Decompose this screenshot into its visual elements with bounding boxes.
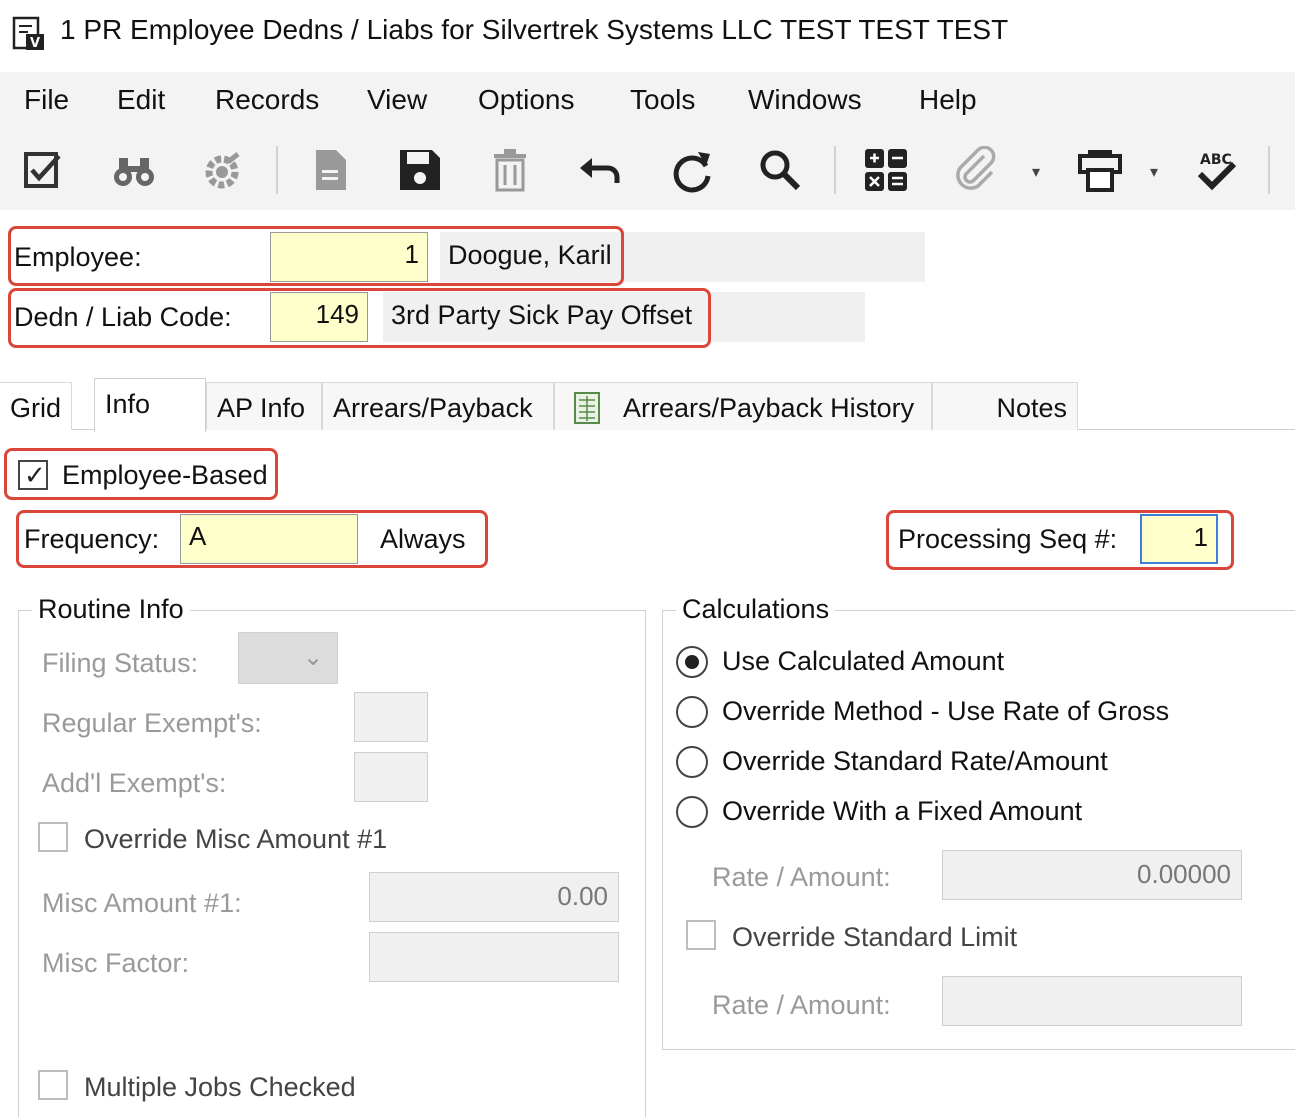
toolbar-separator [276,146,278,194]
new-document-icon[interactable] [302,142,358,198]
regular-exempts-label: Regular Exempt's: [42,708,262,738]
toolbar-separator [1268,146,1270,194]
filing-status-select[interactable]: ⌄ [238,632,338,684]
spellcheck-icon[interactable]: ABC [1188,142,1244,198]
addl-exempts-label: Add'l Exempt's: [42,768,227,798]
regular-exempts-input[interactable] [354,692,428,742]
spreadsheet-icon [573,391,603,432]
routine-info-group [18,610,646,1117]
override-fixed-amount-radio[interactable] [676,796,708,828]
chevron-down-icon: ⌄ [303,644,324,671]
misc-amount-label: Misc Amount #1: [42,888,242,918]
calculator-icon[interactable] [858,142,914,198]
use-calculated-amount-radio[interactable] [676,646,708,678]
menu-edit[interactable]: Edit [117,84,165,116]
tab-arrears-payback[interactable]: Arrears/Payback [322,382,554,430]
misc-factor-label: Misc Factor: [42,948,190,978]
rate-amount-label: Rate / Amount: [712,862,891,892]
svg-text:V: V [30,36,40,51]
override-standard-limit-label: Override Standard Limit [732,922,1018,952]
binoculars-icon[interactable] [106,142,162,198]
save-icon[interactable] [392,142,448,198]
delete-icon[interactable] [482,142,538,198]
menu-help[interactable]: Help [919,84,977,116]
menu-tools[interactable]: Tools [630,84,695,116]
use-calculated-amount-label: Use Calculated Amount [722,646,1005,676]
undo-icon[interactable] [572,142,628,198]
app-document-icon: V [12,16,46,52]
override-standard-limit-checkbox[interactable] [686,920,716,950]
toolbar-separator [834,146,836,194]
spellcheck-text: ABC [1200,152,1232,168]
menu-windows[interactable]: Windows [748,84,862,116]
override-method-radio[interactable] [676,696,708,728]
tab-arrears-payback-history[interactable]: Arrears/Payback History [554,382,932,430]
multiple-jobs-checkbox[interactable] [38,1070,68,1100]
tab-ap-info[interactable]: AP Info [206,382,322,430]
calculations-title: Calculations [676,594,836,625]
edit-check-icon[interactable] [16,142,72,198]
tab-arrears-payback-history-label: Arrears/Payback History [623,393,915,423]
attachment-dropdown-icon[interactable]: ▾ [1032,162,1040,182]
menu-view[interactable]: View [367,84,427,116]
search-icon[interactable] [752,142,808,198]
override-method-label: Override Method - Use Rate of Gross [722,696,1170,726]
tab-strip: Grid Info AP Info Arrears/Payback Arrear… [0,378,1295,432]
tab-info[interactable]: Info [94,378,206,432]
addl-exempts-input[interactable] [354,752,428,802]
frequency-highlight [16,510,488,568]
toolbar: ▾ ▾ ABC [0,128,1295,210]
window-title: 1 PR Employee Dedns / Liabs for Silvertr… [60,14,1009,45]
attachment-icon[interactable] [948,142,1004,198]
filing-status-label: Filing Status: [42,648,199,678]
multiple-jobs-label: Multiple Jobs Checked [84,1072,356,1102]
override-standard-rate-radio[interactable] [676,746,708,778]
override-fixed-amount-label: Override With a Fixed Amount [722,796,1083,826]
menu-options[interactable]: Options [478,84,575,116]
print-dropdown-icon[interactable]: ▾ [1150,162,1158,182]
processing-seq-highlight [886,510,1234,570]
rate-amount-2-input[interactable] [942,976,1242,1026]
override-standard-rate-label: Override Standard Rate/Amount [722,746,1108,776]
print-icon[interactable] [1072,142,1128,198]
tab-notes[interactable]: Notes [932,382,1078,430]
rate-amount-input[interactable]: 0.00000 [942,850,1242,900]
override-misc-checkbox[interactable] [38,822,68,852]
misc-factor-input[interactable] [369,932,619,982]
code-highlight [8,288,711,348]
routine-info-title: Routine Info [32,594,190,625]
gear-icon[interactable] [194,142,250,198]
misc-amount-input[interactable]: 0.00 [369,872,619,922]
menu-bar: File Edit Records View Options Tools Win… [0,72,1295,128]
menu-file[interactable]: File [24,84,69,116]
refresh-icon[interactable] [664,142,720,198]
rate-amount-2-label: Rate / Amount: [712,990,891,1020]
employee-based-highlight [4,448,278,500]
title-bar: V 1 PR Employee Dedns / Liabs for Silver… [0,0,1295,68]
override-misc-label: Override Misc Amount #1 [84,824,388,854]
employee-highlight [8,226,624,286]
tab-grid[interactable]: Grid [0,382,73,430]
menu-records[interactable]: Records [215,84,319,116]
